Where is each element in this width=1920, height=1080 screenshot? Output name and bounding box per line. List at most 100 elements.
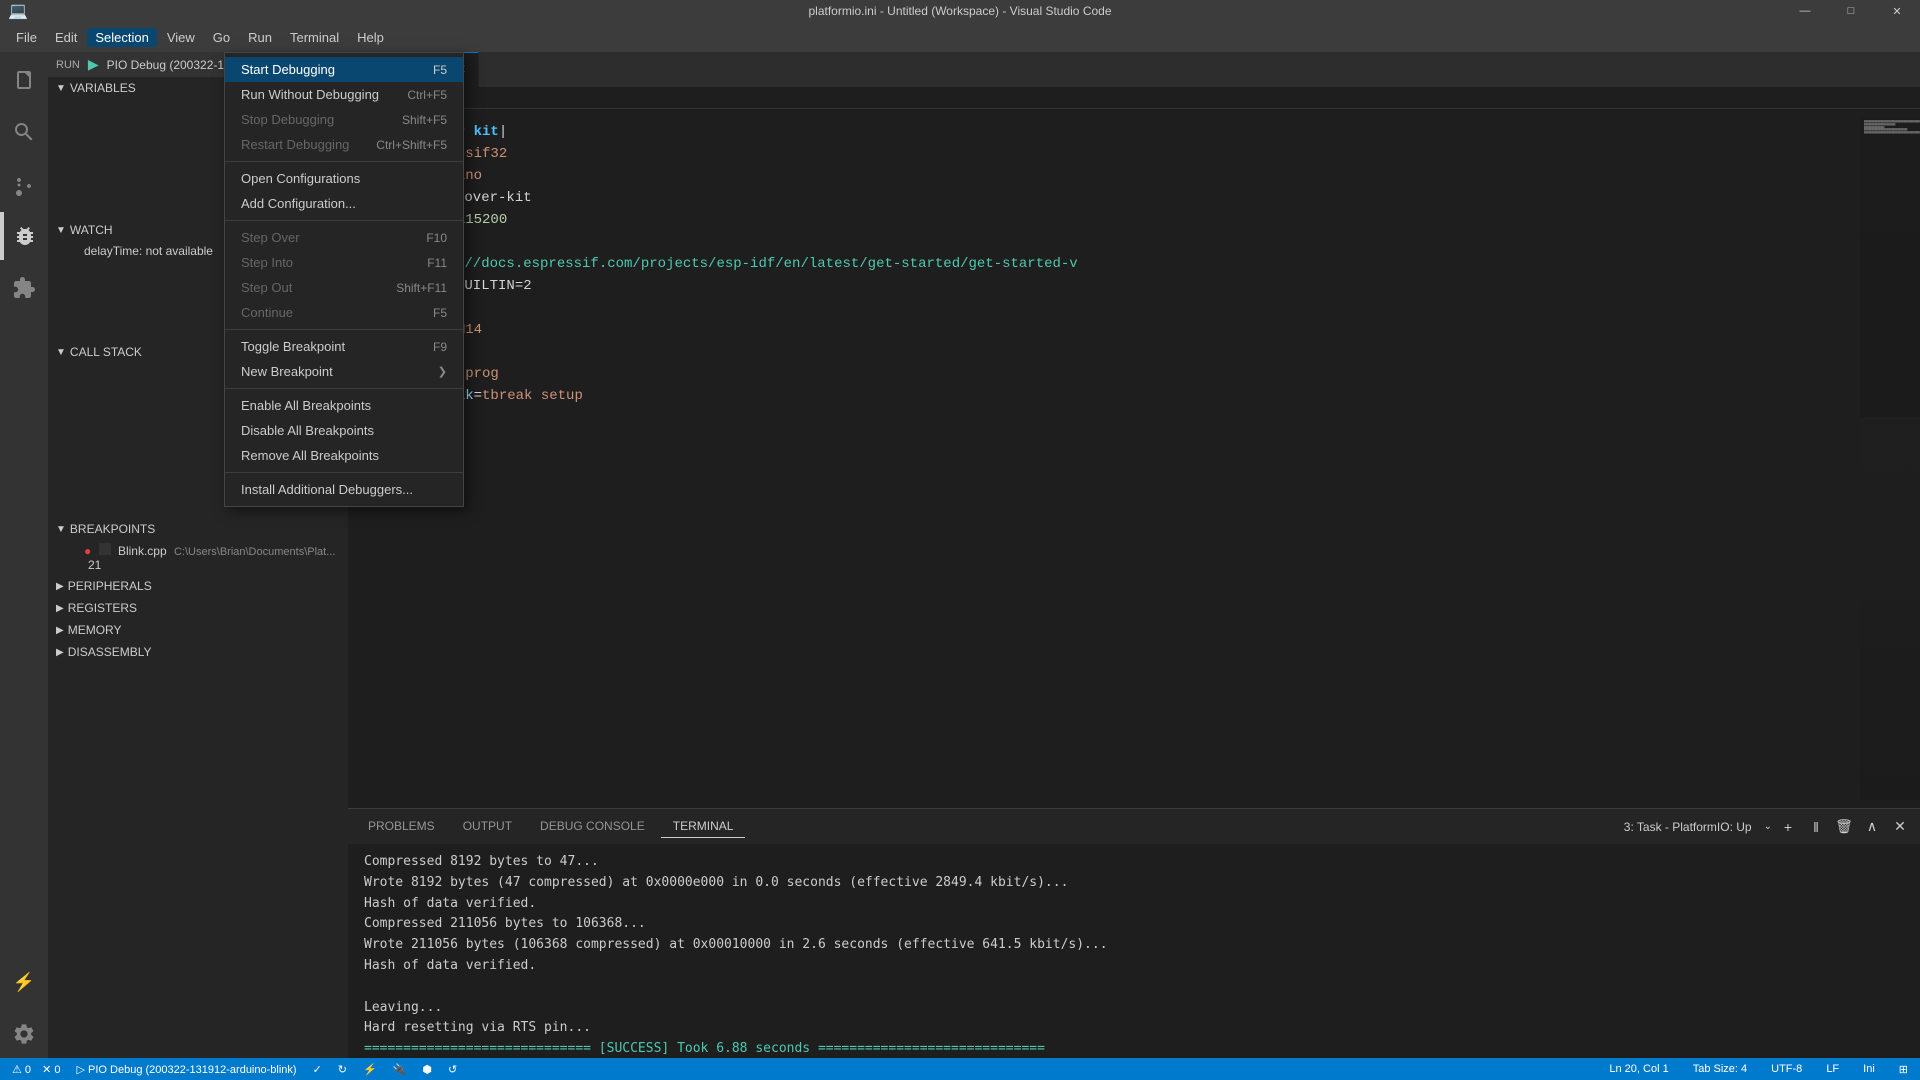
activity-source-control-icon[interactable] xyxy=(0,160,48,208)
title-bar-left: 💻 xyxy=(8,1,28,21)
status-encoding[interactable]: UTF-8 xyxy=(1767,1063,1806,1076)
menu-help[interactable]: Help xyxy=(349,28,392,47)
dropdown-overlay: Start Debugging F5 Run Without Debugging… xyxy=(224,52,464,507)
status-line-col[interactable]: Ln 20, Col 1 xyxy=(1605,1063,1672,1076)
terminal-line-blank1 xyxy=(364,977,1904,998)
peripherals-label: PERIPHERALS xyxy=(68,579,152,593)
add-configuration-label: Add Configuration... xyxy=(241,196,356,211)
minimize-button[interactable]: — xyxy=(1782,0,1828,22)
breakpoints-chevron: ▼ xyxy=(56,524,66,535)
status-hex[interactable]: ⬢ xyxy=(418,1063,436,1076)
activity-search-icon[interactable] xyxy=(0,108,48,156)
status-errors[interactable]: ⚠ 0 ✕ 0 xyxy=(8,1063,65,1076)
registers-label: REGISTERS xyxy=(68,601,137,615)
tab-debug-console[interactable]: DEBUG CONSOLE xyxy=(528,815,657,838)
split-terminal-button[interactable]: ‖ xyxy=(1804,815,1828,839)
restart-debugging-shortcut: Ctrl+Shift+F5 xyxy=(376,138,447,152)
status-lightning[interactable]: ⚡ xyxy=(359,1063,381,1076)
menu-edit[interactable]: Edit xyxy=(47,28,85,47)
status-check[interactable]: ✓ xyxy=(309,1063,326,1076)
tab-problems[interactable]: PROBLEMS xyxy=(356,815,447,838)
terminal-dropdown-icon[interactable]: ⌄ xyxy=(1764,821,1772,832)
status-undo[interactable]: ↺ xyxy=(444,1063,461,1076)
maximize-panel-button[interactable]: ∧ xyxy=(1860,815,1884,839)
menu-go[interactable]: Go xyxy=(205,28,238,47)
status-language[interactable]: Ini xyxy=(1859,1063,1879,1076)
activity-extensions-icon[interactable] xyxy=(0,264,48,312)
menu-item-step-into[interactable]: Step Into F11 xyxy=(225,250,463,275)
menu-item-enable-breakpoints[interactable]: Enable All Breakpoints xyxy=(225,393,463,418)
menu-item-continue[interactable]: Continue F5 xyxy=(225,300,463,325)
disassembly-section[interactable]: ▶ DISASSEMBLY xyxy=(48,641,348,663)
status-layout-icon[interactable]: ⊞ xyxy=(1895,1063,1912,1076)
status-plugin[interactable]: 🔌 xyxy=(389,1063,411,1076)
disassembly-chevron: ▶ xyxy=(56,647,64,658)
menu-item-new-breakpoint[interactable]: New Breakpoint ❯ xyxy=(225,359,463,384)
menu-item-run-without-debug[interactable]: Run Without Debugging Ctrl+F5 xyxy=(225,82,463,107)
menu-item-step-over[interactable]: Step Over F10 xyxy=(225,225,463,250)
menu-item-restart-debugging[interactable]: Restart Debugging Ctrl+Shift+F5 xyxy=(225,132,463,157)
panel-tabs: PROBLEMS OUTPUT DEBUG CONSOLE TERMINAL 3… xyxy=(348,809,1920,844)
debug-config-label[interactable]: PIO Debug (200322-13... xyxy=(107,58,241,72)
play-icon[interactable]: ▶ xyxy=(88,56,99,73)
close-panel-button[interactable]: ✕ xyxy=(1888,815,1912,839)
tab-terminal[interactable]: TERMINAL xyxy=(661,815,746,838)
activity-debug-icon[interactable] xyxy=(0,212,48,260)
status-line-endings[interactable]: LF xyxy=(1822,1063,1843,1076)
code-line-9: oort = COM14 xyxy=(348,319,1920,341)
stop-debugging-label: Stop Debugging xyxy=(241,112,334,127)
menu-item-disable-breakpoints[interactable]: Disable All Breakpoints xyxy=(225,418,463,443)
warning-icon: ✕ xyxy=(42,1064,51,1076)
menu-item-install-debuggers[interactable]: Install Additional Debuggers... xyxy=(225,477,463,502)
step-out-label: Step Out xyxy=(241,280,292,295)
menu-file[interactable]: File xyxy=(8,28,45,47)
status-sync[interactable]: ↻ xyxy=(334,1063,351,1076)
start-debugging-label: Start Debugging xyxy=(241,62,335,77)
menu-selection[interactable]: Selection xyxy=(87,28,156,47)
registers-section[interactable]: ▶ REGISTERS xyxy=(48,597,348,619)
menu-item-stop-debugging[interactable]: Stop Debugging Shift+F5 xyxy=(225,107,463,132)
peripherals-section[interactable]: ▶ PERIPHERALS xyxy=(48,575,348,597)
terminal-line-5: Wrote 211056 bytes (106368 compressed) a… xyxy=(364,935,1904,956)
activity-platformio-icon[interactable]: ⚡ xyxy=(0,958,48,1006)
terminal-content[interactable]: Compressed 8192 bytes to 47... Wrote 819… xyxy=(348,844,1920,1058)
maximize-button[interactable]: □ xyxy=(1828,0,1874,22)
menu-item-remove-breakpoints[interactable]: Remove All Breakpoints xyxy=(225,443,463,468)
menu-item-add-configuration[interactable]: Add Configuration... xyxy=(225,191,463,216)
menu-bar: File Edit Selection View Go Run Terminal… xyxy=(0,22,1920,52)
code-line-blank1 xyxy=(348,297,1920,319)
close-button[interactable]: ✕ xyxy=(1874,0,1920,22)
bottom-panel: PROBLEMS OUTPUT DEBUG CONSOLE TERMINAL 3… xyxy=(348,808,1920,1058)
breakpoint-item[interactable]: ● Blink.cpp C:\Users\Brian\Documents\Pla… xyxy=(48,540,348,575)
breakpoint-path: C:\Users\Brian\Documents\Plat... xyxy=(174,546,335,558)
status-tab-size[interactable]: Tab Size: 4 xyxy=(1689,1063,1751,1076)
activity-files-icon[interactable] xyxy=(0,56,48,104)
code-line-4: esp-wrover-kit xyxy=(348,187,1920,209)
menu-terminal[interactable]: Terminal xyxy=(282,28,347,47)
menu-view[interactable]: View xyxy=(159,28,203,47)
activity-bar: ⚡ xyxy=(0,52,48,1058)
code-line-1: > wrover kit| xyxy=(348,121,1920,143)
menu-run[interactable]: Run xyxy=(240,28,280,47)
tab-output[interactable]: OUTPUT xyxy=(451,815,524,838)
new-breakpoint-label: New Breakpoint xyxy=(241,364,333,379)
status-debug-session[interactable]: ▷ PIO Debug (200322-131912-arduino-blink… xyxy=(73,1063,301,1076)
new-terminal-button[interactable]: + xyxy=(1776,815,1800,839)
separator-1 xyxy=(225,161,463,162)
terminal-line-6: Hash of data verified. xyxy=(364,956,1904,977)
menu-item-step-out[interactable]: Step Out Shift+F11 xyxy=(225,275,463,300)
code-line-10: ool = esp-prog xyxy=(348,363,1920,385)
separator-3 xyxy=(225,329,463,330)
menu-item-toggle-breakpoint[interactable]: Toggle Breakpoint F9 xyxy=(225,334,463,359)
breakpoints-section[interactable]: ▼ BREAKPOINTS xyxy=(48,518,348,540)
trash-terminal-button[interactable]: 🗑 xyxy=(1832,815,1856,839)
code-editor[interactable]: > wrover kit| n = espressif32 rk = ardui… xyxy=(348,109,1920,808)
menu-item-start-debugging[interactable]: Start Debugging F5 xyxy=(225,57,463,82)
play-status-icon: ▷ xyxy=(77,1064,85,1076)
disassembly-label: DISASSEMBLY xyxy=(68,645,152,659)
activity-settings-icon[interactable] xyxy=(0,1010,48,1058)
menu-item-open-configurations[interactable]: Open Configurations xyxy=(225,166,463,191)
watch-chevron: ▼ xyxy=(56,225,66,236)
terminal-line-3: Hash of data verified. xyxy=(364,894,1904,915)
memory-section[interactable]: ▶ MEMORY xyxy=(48,619,348,641)
